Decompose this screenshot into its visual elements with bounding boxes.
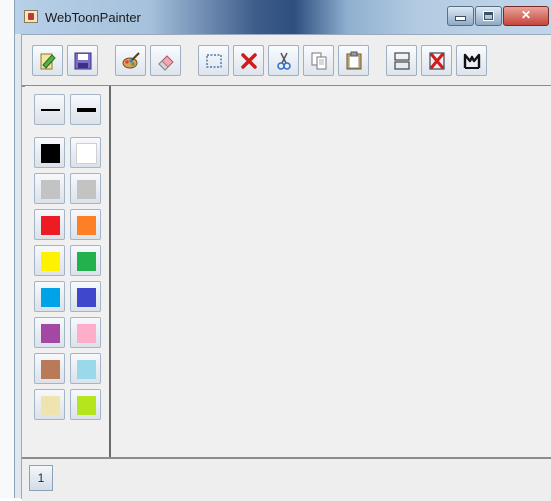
color-chip: [41, 360, 60, 379]
color-swatch-button[interactable]: [70, 209, 101, 240]
open-file-icon: [40, 53, 56, 70]
color-chip: [77, 288, 96, 307]
color-swatch-button[interactable]: [70, 317, 101, 348]
toolbar: [22, 35, 551, 87]
brush-icon: [122, 52, 140, 69]
split-panel-icon: [394, 52, 410, 70]
thin-line-icon: [41, 109, 60, 111]
color-chip: [41, 288, 60, 307]
color-swatch-button[interactable]: [34, 245, 65, 276]
save-button[interactable]: [67, 45, 98, 76]
color-swatch-button[interactable]: [34, 389, 65, 420]
color-swatch-button[interactable]: [34, 353, 65, 384]
color-swatch-button[interactable]: [70, 173, 101, 204]
drawing-canvas[interactable]: [111, 86, 551, 457]
color-chip: [41, 324, 60, 343]
copy-icon: [311, 52, 327, 70]
color-swatch-button[interactable]: [34, 281, 65, 312]
eraser-icon: [158, 55, 174, 71]
color-swatch-button[interactable]: [70, 353, 101, 384]
color-swatch-button[interactable]: [70, 281, 101, 312]
color-chip: [76, 143, 97, 164]
color-swatch-button[interactable]: [70, 245, 101, 276]
color-chip: [41, 216, 60, 235]
color-chip: [77, 360, 96, 379]
client-area: 1: [21, 34, 551, 501]
paste-icon: [346, 51, 362, 70]
color-chip: [77, 252, 96, 271]
paste-button[interactable]: [338, 45, 369, 76]
color-chip: [77, 180, 96, 199]
app-window: WebToonPainter ✕ 1: [14, 0, 551, 501]
delete-panel-button[interactable]: [421, 45, 452, 76]
thick-line-button[interactable]: [70, 94, 101, 125]
cut-icon: [277, 52, 291, 70]
color-swatch-button[interactable]: [70, 137, 101, 168]
maximize-button[interactable]: [475, 6, 502, 26]
color-chip: [41, 252, 60, 271]
thin-line-button[interactable]: [34, 94, 65, 125]
thick-line-icon: [77, 108, 96, 112]
window-title: WebToonPainter: [45, 10, 141, 25]
color-chip: [77, 396, 96, 415]
merge-icon: [463, 53, 481, 69]
save-icon: [74, 52, 92, 70]
color-swatch-button[interactable]: [70, 389, 101, 420]
delete-icon: [241, 53, 257, 69]
app-icon: [24, 10, 38, 23]
delete-button[interactable]: [233, 45, 264, 76]
close-icon: ✕: [520, 8, 532, 22]
merge-button[interactable]: [456, 45, 487, 76]
color-chip: [77, 216, 96, 235]
delete-panel-icon: [429, 52, 445, 70]
brush-button[interactable]: [115, 45, 146, 76]
cut-button[interactable]: [268, 45, 299, 76]
color-swatch-button[interactable]: [34, 173, 65, 204]
desktop-background: [0, 0, 15, 498]
copy-button[interactable]: [303, 45, 334, 76]
title-bar[interactable]: WebToonPainter ✕: [15, 0, 551, 34]
color-swatch-button[interactable]: [34, 209, 65, 240]
color-chip: [77, 324, 96, 343]
open-button[interactable]: [32, 45, 63, 76]
color-chip: [41, 144, 60, 163]
select-button[interactable]: [198, 45, 229, 76]
color-chip: [41, 180, 60, 199]
maximize-icon: [483, 11, 494, 21]
close-button[interactable]: ✕: [503, 6, 549, 26]
page-bar: 1: [22, 457, 551, 501]
minimize-icon: [455, 16, 466, 21]
page-1-button[interactable]: 1: [29, 465, 53, 491]
add-panel-button[interactable]: [386, 45, 417, 76]
color-palette-panel: [25, 86, 111, 457]
color-swatch-button[interactable]: [34, 317, 65, 348]
selection-icon: [206, 54, 222, 68]
color-swatch-button[interactable]: [34, 137, 65, 168]
eraser-button[interactable]: [150, 45, 181, 76]
color-chip: [41, 396, 60, 415]
minimize-button[interactable]: [447, 6, 474, 26]
